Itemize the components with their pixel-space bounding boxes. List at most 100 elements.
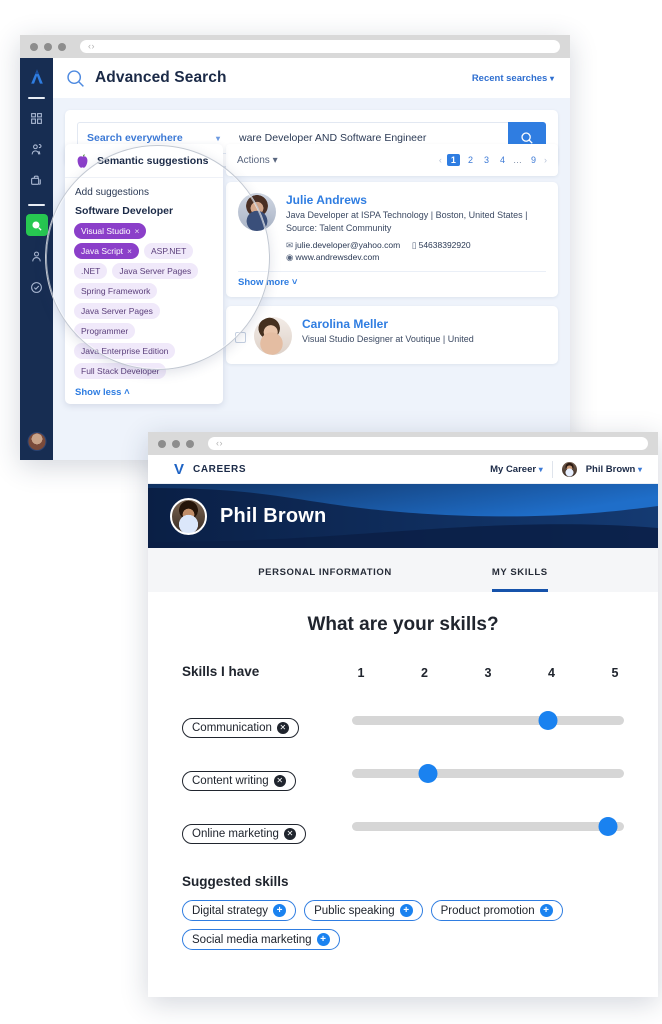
suggested-skill-social-media-marketing[interactable]: Social media marketing + <box>182 929 340 950</box>
window-minimize-dot[interactable] <box>172 439 180 448</box>
suggested-skill-digital-strategy[interactable]: Digital strategy + <box>182 900 297 921</box>
semantic-suggestions-header: Semantic suggestions <box>65 144 223 178</box>
nav-arrows-icon: ‹ › <box>216 438 222 448</box>
sidebar-item-jobs[interactable] <box>26 169 48 191</box>
suggested-skills-section: Suggested skills Digital strategy + Publ… <box>182 860 624 958</box>
skill-slider-content-writing[interactable] <box>352 747 624 800</box>
address-bar[interactable]: ‹ › <box>80 40 560 53</box>
slider-knob[interactable] <box>598 817 618 836</box>
suggested-skills-chips: Digital strategy + Public speaking + Pro… <box>182 900 624 958</box>
profile-tabs: PERSONAL INFORMATION MY SKILLS <box>148 548 658 592</box>
plus-icon[interactable]: + <box>399 904 413 917</box>
user-menu[interactable]: Phil Brown ▾ <box>586 464 642 475</box>
candidate-website[interactable]: www.andrewsdev.com <box>295 252 379 262</box>
window-maximize-dot[interactable] <box>186 439 194 448</box>
search-icon <box>32 220 42 231</box>
suggestion-tag[interactable]: Full Stack Developer <box>74 363 167 379</box>
close-icon[interactable]: ✕ <box>273 774 286 787</box>
close-icon[interactable]: ✕ <box>276 721 289 734</box>
address-bar[interactable]: ‹ › <box>208 437 648 450</box>
recent-searches-button[interactable]: Recent searches ▾ <box>472 73 554 84</box>
row-checkbox[interactable] <box>235 332 246 344</box>
sidebar-item-search[interactable] <box>25 214 48 236</box>
pagination-page-3[interactable]: 3 <box>481 154 492 166</box>
pagination-page-4[interactable]: 4 <box>497 154 508 166</box>
suggestion-tag[interactable]: .NET <box>74 263 108 279</box>
brand-logo-icon[interactable]: V <box>174 462 184 477</box>
candidate-name[interactable]: Carolina Meller <box>302 317 546 331</box>
pagination-prev[interactable]: ‹ <box>439 155 442 165</box>
card-divider <box>238 271 546 273</box>
my-career-menu[interactable]: My Career ▾ <box>490 464 543 475</box>
close-icon[interactable]: × <box>127 246 132 256</box>
search-query-text: ware Developer AND Software Engineer <box>239 132 427 144</box>
table-row[interactable]: Carolina Meller Visual Studio Designer a… <box>226 306 558 365</box>
sidebar-item-people[interactable] <box>26 138 48 160</box>
suggestion-group-label: Software Developer <box>75 205 174 217</box>
slider-track <box>352 716 624 725</box>
show-less-label: Show less <box>75 387 122 398</box>
sidebar-item-tasks[interactable] <box>26 276 48 298</box>
skill-pill-communication[interactable]: Communication ✕ <box>182 717 299 738</box>
plus-icon[interactable]: + <box>316 933 330 946</box>
table-row[interactable]: Julie Andrews Java Developer at ISPA Tec… <box>226 182 558 298</box>
actions-dropdown[interactable]: Actions ▾ <box>237 155 278 166</box>
sidebar-item-dashboard[interactable] <box>26 107 48 129</box>
person-icon <box>32 251 41 261</box>
skill-slider-online-marketing[interactable] <box>352 800 624 853</box>
suggested-skill-product-promotion[interactable]: Product promotion + <box>430 900 563 921</box>
avatar <box>238 193 276 231</box>
pagination-page-2[interactable]: 2 <box>465 154 476 166</box>
suggestion-tag[interactable]: Java Server Pages <box>74 303 160 319</box>
advanced-search-window: ‹ › Advanced Search Recent searches ▾ Se… <box>20 35 570 460</box>
suggestion-tag[interactable]: Java Enterprise Edition <box>74 343 176 359</box>
sidebar-divider-top <box>28 97 45 99</box>
suggested-skill-public-speaking[interactable]: Public speaking + <box>304 900 423 921</box>
skills-grid: Skills I have Communication ✕ Content wr… <box>182 662 624 860</box>
tab-personal-information[interactable]: PERSONAL INFORMATION <box>258 567 392 592</box>
skill-pill-content-writing[interactable]: Content writing ✕ <box>182 770 296 791</box>
search-scope-label: Search everywhere <box>87 132 183 144</box>
candidate-email[interactable]: julie.developer@yahoo.com <box>295 240 400 250</box>
candidate-meta: Java Developer at ISPA Technology | Bost… <box>286 210 528 233</box>
close-icon[interactable]: × <box>134 226 139 236</box>
candidate-name[interactable]: Julie Andrews <box>286 193 546 207</box>
close-icon[interactable]: ✕ <box>283 827 296 840</box>
window-minimize-dot[interactable] <box>44 42 52 51</box>
tab-my-skills[interactable]: MY SKILLS <box>491 567 548 592</box>
slider-track <box>352 769 624 778</box>
window-close-dot[interactable] <box>30 42 38 51</box>
suggestion-tag[interactable]: Spring Framework <box>74 283 158 299</box>
selected-tag-visual-studio[interactable]: Visual Studio × <box>74 223 147 239</box>
skills-left-column: Skills I have Communication ✕ Content wr… <box>182 662 342 860</box>
plus-icon[interactable]: + <box>539 904 553 917</box>
plus-icon[interactable]: + <box>273 904 287 917</box>
skill-slider-communication[interactable] <box>352 694 624 747</box>
pagination-next[interactable]: › <box>544 155 547 165</box>
globe-icon: ◉ <box>286 252 294 263</box>
skill-item: Communication ✕ <box>182 701 342 754</box>
search-pane: Advanced Search Recent searches ▾ Search… <box>53 58 570 460</box>
suggestion-tag[interactable]: ASP.NET <box>144 243 194 259</box>
avatar[interactable] <box>561 461 577 477</box>
candidate-row: Julie Andrews Java Developer at ISPA Tec… <box>238 193 546 264</box>
suggestion-tag[interactable]: Java Server Pages <box>112 263 199 279</box>
slider-knob[interactable] <box>538 711 558 730</box>
window-close-dot[interactable] <box>158 439 166 448</box>
suggestion-tag[interactable]: Programmer <box>74 323 136 339</box>
pagination-page-1[interactable]: 1 <box>446 154 460 166</box>
brand-label: CAREERS <box>193 463 247 475</box>
search-icon <box>521 132 533 144</box>
sidebar-item-profile[interactable] <box>26 245 48 267</box>
window-maximize-dot[interactable] <box>58 42 66 51</box>
slider-knob[interactable] <box>418 764 438 783</box>
show-less-button[interactable]: Show less ˄ <box>65 379 223 398</box>
skill-pill-online-marketing[interactable]: Online marketing ✕ <box>182 823 306 844</box>
brand-logo-icon[interactable] <box>27 67 47 87</box>
selected-tag-java-script[interactable]: Java Script × <box>74 243 140 259</box>
sidebar-user-avatar[interactable] <box>27 432 46 451</box>
search-header: Advanced Search Recent searches ▾ <box>53 58 570 98</box>
chevron-down-icon: ▾ <box>272 154 278 166</box>
show-more-button[interactable]: Show more ˅ <box>238 277 546 288</box>
pagination-page-last[interactable]: 9 <box>528 154 539 166</box>
